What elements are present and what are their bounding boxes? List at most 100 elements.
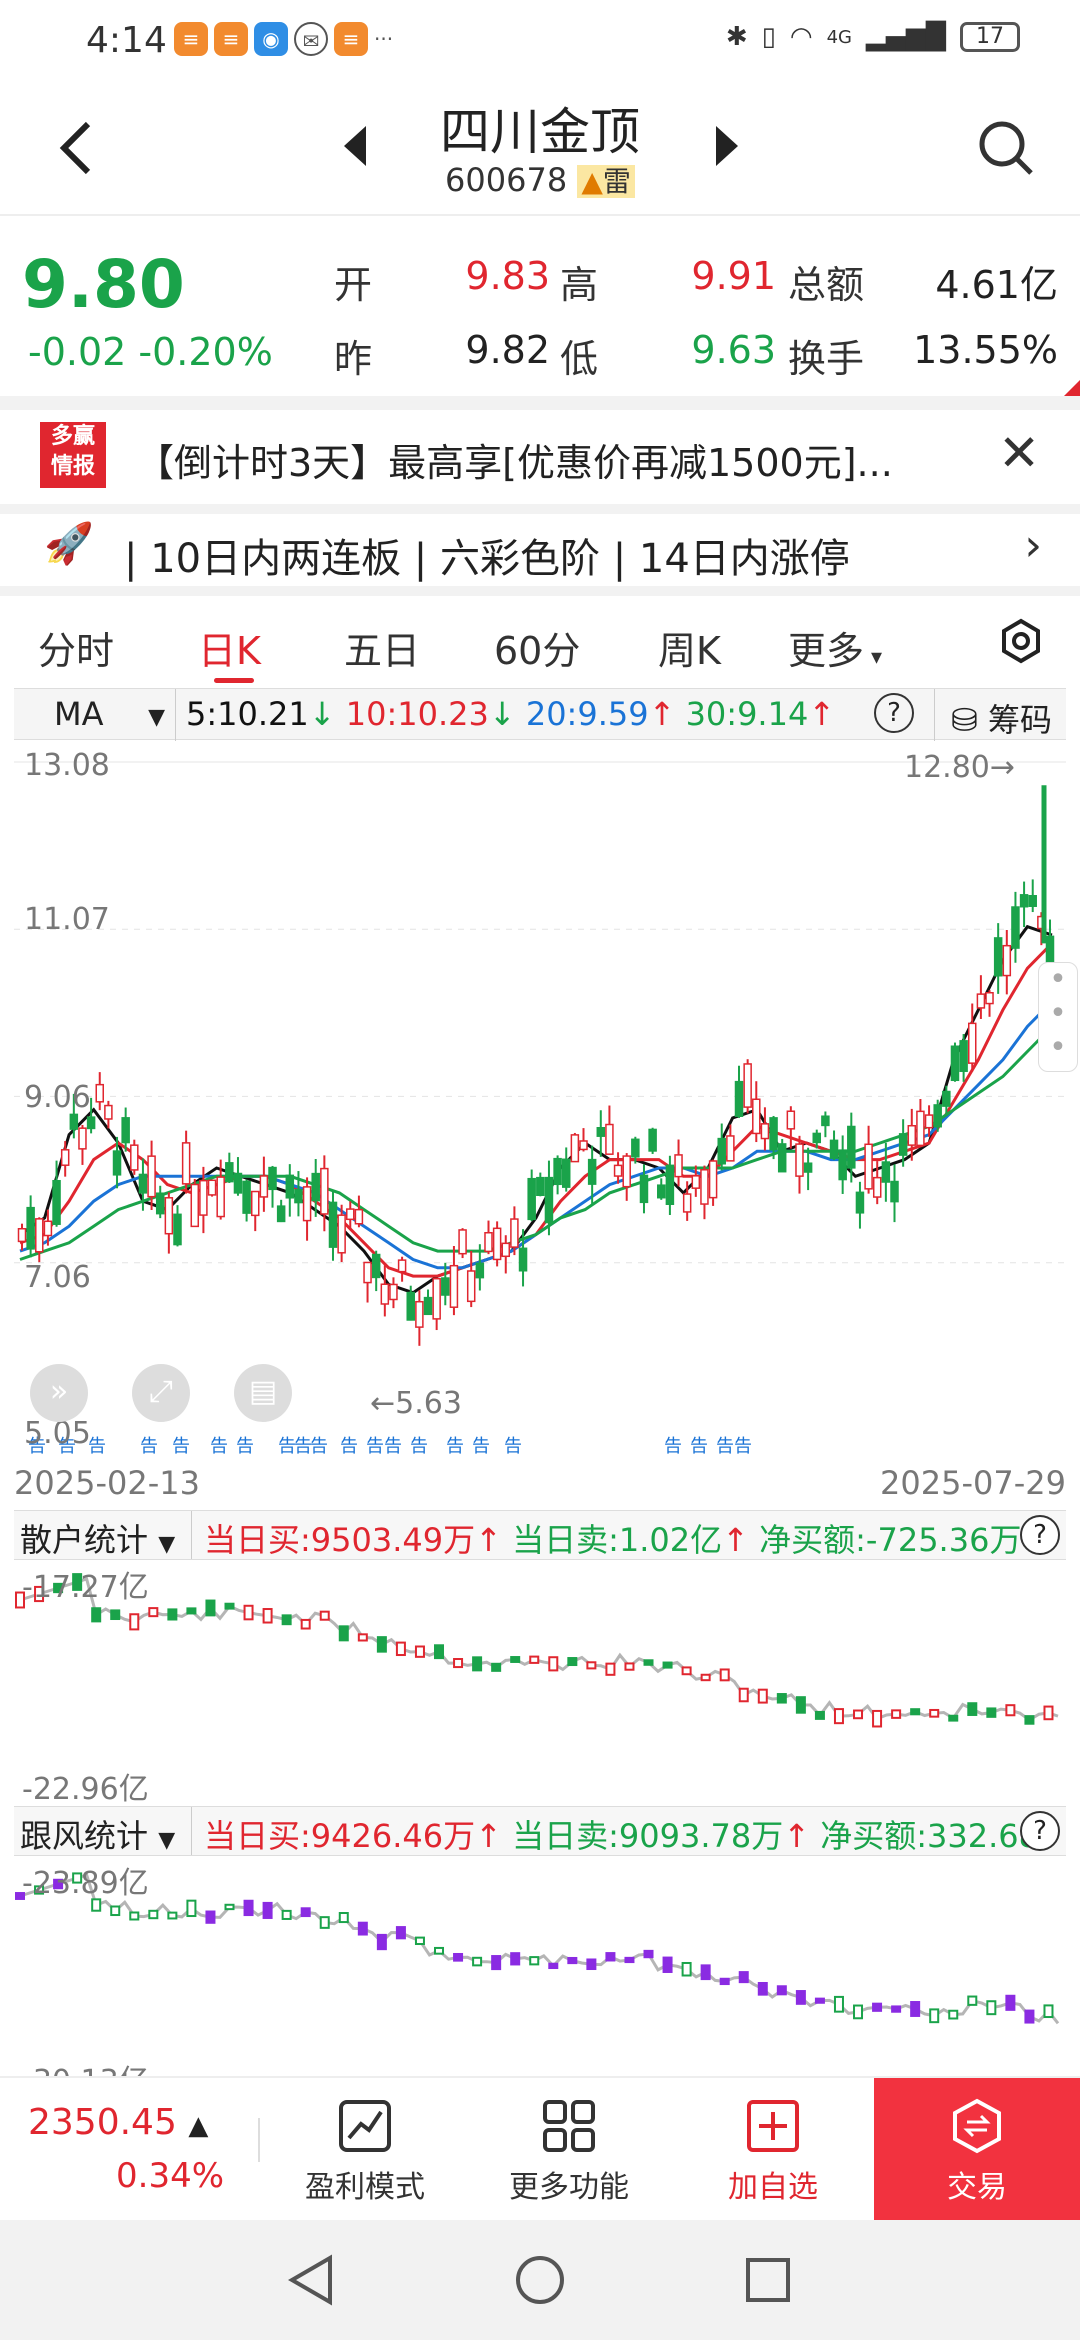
- min-price-label: ←5.63: [370, 1386, 462, 1421]
- profit-mode-button[interactable]: 盈利模式: [290, 2098, 440, 2206]
- tab-five-day[interactable]: 五日: [344, 620, 420, 675]
- more-dots-icon[interactable]: • • •: [1038, 962, 1078, 1072]
- ma30-value: 30:9.14: [685, 695, 809, 733]
- fullscreen-icon[interactable]: ⤢: [132, 1364, 190, 1422]
- ma-select[interactable]: MA ▼: [14, 689, 176, 741]
- retail-stats-select[interactable]: 散户统计 ▼: [14, 1511, 192, 1559]
- stats-bar: [891, 2005, 902, 2013]
- stats-bar: [167, 1608, 178, 1621]
- stock-tags-bar[interactable]: 🚀 | 10日内两连板 | 六彩色阶 | 14日内涨停 ›: [0, 516, 1080, 586]
- stats-bar: [643, 1659, 654, 1666]
- trade-button[interactable]: 交易: [874, 2078, 1080, 2222]
- candle-body: [69, 1113, 79, 1130]
- candle-body: [43, 1220, 53, 1237]
- turnover-label: 换手: [788, 337, 865, 381]
- warning-icon: ▲: [581, 165, 603, 198]
- candle-body: [587, 1158, 597, 1185]
- follow-stats-select[interactable]: 跟风统计 ▼: [14, 1807, 192, 1855]
- stats-bar: [91, 1607, 102, 1623]
- nav-home-icon[interactable]: [514, 2254, 566, 2306]
- stats-bar: [319, 1916, 330, 1929]
- candle-body: [855, 1191, 865, 1214]
- stats-bar: [776, 1985, 787, 1996]
- candle-body: [691, 1175, 701, 1189]
- candle-body: [665, 1164, 675, 1205]
- candle-body: [52, 1179, 61, 1225]
- close-icon[interactable]: ✕: [998, 424, 1040, 482]
- ma-indicator-bar: MA ▼ 5:10.21↓ 10:10.23↓ 20:9.59↑ 30:9.14…: [14, 688, 1066, 741]
- candle-body: [890, 1180, 899, 1203]
- candle-body: [466, 1270, 476, 1303]
- nav-back-icon[interactable]: [286, 2254, 336, 2306]
- tab-more[interactable]: 更多 ▾: [788, 620, 882, 675]
- candle-body: [164, 1197, 174, 1235]
- candle-body: [363, 1261, 372, 1284]
- stock-code: 600678: [445, 161, 568, 199]
- candle-body: [795, 1143, 804, 1177]
- stock-code-line: 600678 ▲雷: [0, 160, 1080, 200]
- stats-bar: [129, 1911, 140, 1921]
- fast-forward-icon[interactable]: »: [30, 1364, 88, 1422]
- stats-bar: [548, 1962, 559, 1970]
- tab-weekly-k[interactable]: 周K: [658, 620, 721, 675]
- candle-body: [829, 1139, 839, 1159]
- help-icon[interactable]: ?: [1020, 1811, 1060, 1851]
- stats-bar: [719, 1668, 730, 1682]
- kline-chart[interactable]: 告告告告告告告告告告告告告告告告告告告告告 13.08 11.07 9.06 7…: [14, 740, 1078, 1458]
- stats-bar: [967, 1702, 978, 1716]
- chevron-right-icon[interactable]: ›: [1024, 520, 1042, 571]
- stats-bar: [872, 2002, 883, 2012]
- stats-bar: [395, 1641, 406, 1657]
- ad-banner[interactable]: 多赢 情报 【倒计时3天】最高享[优惠价再减1500元]... ✕: [0, 408, 1080, 512]
- search-icon[interactable]: [978, 120, 1034, 176]
- candle-body: [959, 1040, 968, 1072]
- layout-icon[interactable]: ▤: [234, 1364, 292, 1422]
- amount-label: 总额: [788, 263, 865, 307]
- candle-body: [285, 1174, 295, 1199]
- candle-body: [320, 1167, 329, 1215]
- stock-name: 四川金顶: [440, 103, 640, 161]
- candle-body: [406, 1291, 415, 1321]
- candle-body: [561, 1158, 571, 1188]
- follow-stats-chart[interactable]: -23.89亿 -30.13亿: [14, 1856, 1066, 2076]
- help-icon[interactable]: ?: [1020, 1515, 1060, 1555]
- candle-body: [726, 1135, 735, 1162]
- risk-tag[interactable]: ▲雷: [577, 165, 635, 198]
- stats-bar: [757, 1981, 768, 1996]
- retail-stats-chart[interactable]: -17.27亿 -22.96亿: [14, 1560, 1066, 1807]
- stats-bar: [891, 1709, 902, 1719]
- candle-body: [553, 1157, 562, 1186]
- turnover-value: 13.55%: [913, 328, 1058, 372]
- chip-distribution-button[interactable]: ⛁ 筹码: [934, 689, 1066, 741]
- add-watchlist-button[interactable]: 加自选: [698, 2098, 848, 2206]
- wifi-icon: ◠: [789, 22, 813, 52]
- candle-body: [181, 1142, 191, 1185]
- help-icon[interactable]: ?: [874, 693, 914, 733]
- tab-daily-k[interactable]: 日K: [198, 620, 261, 675]
- ad-text[interactable]: 【倒计时3天】最高享[优惠价再减1500元]...: [136, 432, 893, 487]
- expand-corner-icon[interactable]: [1064, 380, 1080, 396]
- candle-body: [190, 1183, 200, 1228]
- more-functions-button[interactable]: 更多功能: [494, 2098, 644, 2206]
- stats-bar: [929, 2008, 940, 2024]
- network-type: 4G: [826, 26, 853, 48]
- stats-bar: [567, 1956, 578, 1965]
- announcement-marker: 告: [310, 1436, 328, 1457]
- next-stock-icon[interactable]: [712, 124, 742, 179]
- stats-bar: [700, 1964, 711, 1981]
- y-label-mid2: 9.06: [24, 1080, 91, 1115]
- stats-bar: [586, 1661, 597, 1670]
- retail-stats-svg: [15, 1573, 1059, 1728]
- battery-icon: 17: [960, 22, 1020, 52]
- nav-recent-icon[interactable]: [744, 2256, 792, 2304]
- candle-body: [86, 1116, 96, 1130]
- tab-60min[interactable]: 60分: [494, 620, 580, 675]
- index-value[interactable]: 2350.45 ▲: [28, 2102, 208, 2143]
- candle-body: [492, 1227, 502, 1261]
- retail-buy: 当日买:9503.49万: [204, 1521, 476, 1559]
- stats-bar: [548, 1656, 559, 1672]
- announcement-marker: 告: [716, 1436, 734, 1457]
- settings-icon[interactable]: [998, 618, 1044, 664]
- tab-fenshi[interactable]: 分时: [38, 620, 114, 675]
- candle-body: [605, 1123, 614, 1155]
